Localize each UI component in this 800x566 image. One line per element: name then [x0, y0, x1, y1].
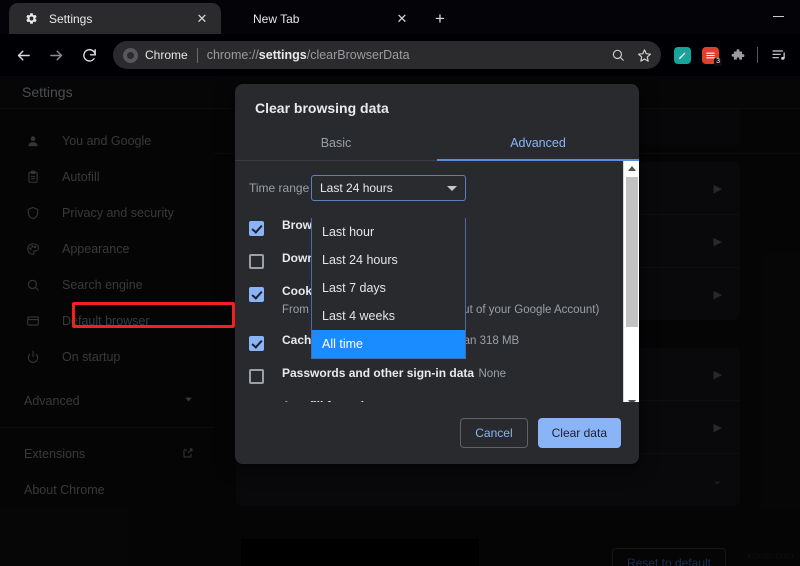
time-range-dropdown[interactable]: Last hour Last 24 hours Last 7 days Last… — [311, 218, 466, 359]
minimize-button[interactable] — [756, 0, 800, 32]
dropdown-option-last-7-days[interactable]: Last 7 days — [312, 274, 465, 302]
tab-title: New Tab — [253, 12, 393, 26]
bookmark-star-icon[interactable] — [631, 42, 657, 68]
dropdown-option-last-4-weeks[interactable]: Last 4 weeks — [312, 302, 465, 330]
tab-new-tab[interactable]: New Tab ✕ — [221, 3, 421, 34]
checkbox-cookies[interactable] — [249, 287, 264, 302]
chevron-down-icon — [447, 186, 457, 191]
dialog-scrollbar[interactable] — [623, 161, 639, 409]
extension-red-icon[interactable]: 3 — [697, 42, 723, 68]
tab-strip: Settings ✕ New Tab ✕ + — [0, 0, 800, 34]
site-chip: Chrome — [123, 48, 188, 63]
dialog-footer: Cancel Clear data — [235, 402, 639, 464]
checkbox-download-history[interactable] — [249, 254, 264, 269]
extension-puzzle-icon[interactable] — [725, 42, 751, 68]
tab-close-icon[interactable]: ✕ — [393, 10, 411, 28]
window-controls — [756, 0, 800, 32]
extension-icons: 3 — [667, 42, 792, 68]
url-bold: settings — [259, 48, 307, 62]
item-title: Passwords and other sign-in data — [282, 366, 474, 380]
time-range-row: Time range Last 24 hours — [235, 161, 639, 201]
url-suffix: /clearBrowserData — [307, 48, 410, 62]
time-range-label: Time range — [249, 181, 311, 195]
reload-icon[interactable] — [74, 40, 104, 70]
checkbox-browsing-history[interactable] — [249, 221, 264, 236]
toolbar-divider — [757, 47, 758, 63]
reading-list-icon[interactable] — [766, 42, 792, 68]
dropdown-option-all-time[interactable]: All time — [312, 330, 465, 358]
scrollbar-up-arrow-icon[interactable] — [624, 161, 639, 175]
dialog-title: Clear browsing data — [235, 84, 639, 126]
tab-advanced[interactable]: Advanced — [437, 126, 639, 160]
time-range-value: Last 24 hours — [320, 181, 447, 195]
dropdown-option-last-hour[interactable]: Last hour — [312, 218, 465, 246]
extension-badge-count: 3 — [714, 58, 722, 66]
tab-settings[interactable]: Settings ✕ — [9, 3, 221, 34]
tab-close-icon[interactable]: ✕ — [193, 10, 211, 28]
site-chip-label: Chrome — [145, 48, 188, 62]
item-subtitle: None — [479, 368, 507, 380]
checkbox-passwords[interactable] — [249, 369, 264, 384]
search-icon[interactable] — [605, 42, 631, 68]
omnibox-divider — [197, 48, 198, 63]
address-bar[interactable]: Chrome chrome://settings/clearBrowserDat… — [113, 41, 661, 69]
browser-window: Settings ✕ New Tab ✕ + — [0, 0, 800, 566]
new-tab-button[interactable]: + — [427, 5, 453, 31]
url-prefix: chrome:// — [207, 48, 259, 62]
cancel-button[interactable]: Cancel — [460, 418, 527, 448]
time-range-select[interactable]: Last 24 hours — [311, 175, 466, 201]
extension-teal-icon[interactable] — [669, 42, 695, 68]
browser-toolbar: Chrome chrome://settings/clearBrowserDat… — [0, 34, 800, 76]
tab-basic[interactable]: Basic — [235, 126, 437, 160]
address-bar-url: chrome://settings/clearBrowserData — [207, 48, 601, 62]
dropdown-option-last-24-hours[interactable]: Last 24 hours — [312, 246, 465, 274]
checkbox-cached-images[interactable] — [249, 336, 264, 351]
scrollbar-thumb[interactable] — [626, 177, 638, 327]
list-item[interactable]: Passwords and other sign-in data None — [249, 357, 621, 390]
gear-icon — [23, 11, 39, 27]
clear-browsing-data-dialog: Clear browsing data Basic Advanced Time … — [235, 84, 639, 464]
dialog-tabs: Basic Advanced — [235, 126, 639, 161]
forward-icon[interactable] — [41, 40, 71, 70]
back-icon[interactable] — [8, 40, 38, 70]
clear-data-button[interactable]: Clear data — [538, 418, 621, 448]
tab-title: Settings — [49, 12, 193, 26]
dialog-body: Time range Last 24 hours Browsing histor… — [235, 161, 639, 409]
chrome-icon — [123, 48, 138, 63]
